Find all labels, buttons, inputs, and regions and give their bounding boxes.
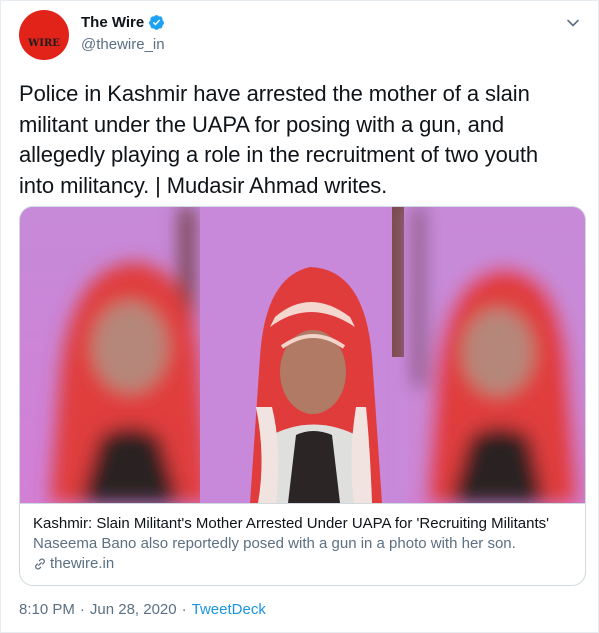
card-domain-row: thewire.in	[33, 554, 574, 574]
tweet-source-link[interactable]: TweetDeck	[192, 601, 266, 618]
avatar-logo-text: WIRE	[28, 38, 60, 49]
author-handle[interactable]: @thewire_in	[81, 36, 165, 53]
center-portrait	[200, 207, 408, 503]
avatar[interactable]: WIRE	[19, 10, 69, 60]
meta-separator: ·	[79, 601, 85, 618]
link-preview-card[interactable]: Kashmir: Slain Militant's Mother Arreste…	[19, 206, 586, 586]
verified-badge-icon	[149, 15, 165, 30]
right-blurred-portrait	[408, 207, 585, 503]
user-name-row: The Wire	[81, 14, 165, 31]
tweet-meta: 8:10 PM · Jun 28, 2020 · TweetDeck	[19, 601, 266, 618]
card-title[interactable]: Kashmir: Slain Militant's Mother Arreste…	[33, 514, 574, 534]
link-icon	[35, 558, 45, 570]
meta-separator: ·	[181, 601, 187, 618]
card-body: Kashmir: Slain Militant's Mother Arreste…	[20, 503, 585, 585]
author-name[interactable]: The Wire	[81, 14, 144, 31]
chevron-down-icon[interactable]	[565, 15, 581, 31]
tweet-date[interactable]: Jun 28, 2020	[90, 601, 177, 618]
tweet-time[interactable]: 8:10 PM	[19, 601, 75, 618]
card-image	[20, 207, 585, 503]
tweet-card: WIRE The Wire @thewire_in Police in Kash…	[0, 0, 599, 633]
card-domain: thewire.in	[50, 555, 115, 572]
card-photo-illustration	[20, 207, 585, 503]
tweet-text: Police in Kashmir have arrested the moth…	[19, 81, 539, 198]
card-description: Naseema Bano also reportedly posed with …	[33, 535, 516, 552]
